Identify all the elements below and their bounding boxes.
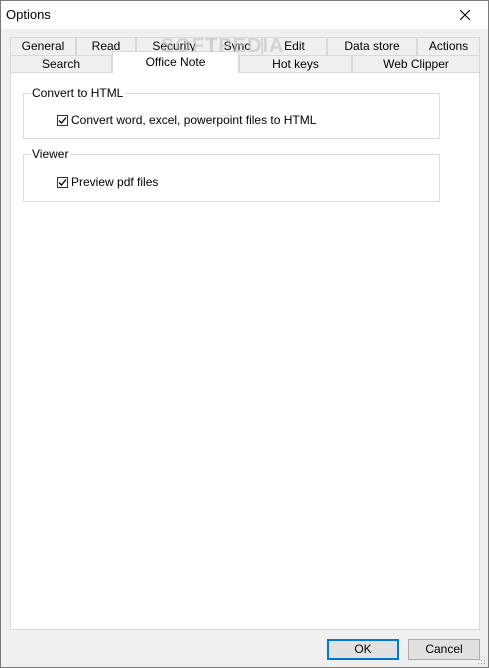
close-icon <box>460 10 470 20</box>
convert-office-label: Convert word, excel, powerpoint files to… <box>71 113 317 127</box>
tab-panel-office-note: Convert to HTML Convert word, excel, pow… <box>10 72 480 630</box>
title-bar: Options <box>1 1 488 29</box>
cancel-button[interactable]: Cancel <box>408 639 480 660</box>
ok-button[interactable]: OK <box>327 639 399 660</box>
tab-search[interactable]: Search <box>10 55 112 73</box>
convert-office-checkbox[interactable] <box>57 114 68 126</box>
preview-pdf-label: Preview pdf files <box>71 175 159 189</box>
close-button[interactable] <box>442 1 488 29</box>
tab-data-store[interactable]: Data store <box>327 37 417 55</box>
tab-general[interactable]: General <box>10 37 76 55</box>
checkmark-icon <box>58 178 67 186</box>
convert-office-checkbox-row[interactable]: Convert word, excel, powerpoint files to… <box>57 113 316 127</box>
resize-grip-icon[interactable] <box>476 655 486 665</box>
group-viewer: Viewer Preview pdf files <box>23 147 440 202</box>
window-title: Options <box>6 7 51 22</box>
group-title-convert: Convert to HTML <box>30 86 126 100</box>
options-dialog: Options SOFTPEDIA General Read Security … <box>0 0 489 668</box>
watermark-logo: SOFTPEDIA <box>161 35 285 57</box>
preview-pdf-checkbox[interactable] <box>57 176 68 188</box>
preview-pdf-checkbox-row[interactable]: Preview pdf files <box>57 175 158 189</box>
tab-web-clipper[interactable]: Web Clipper <box>352 55 480 73</box>
tab-actions[interactable]: Actions <box>417 37 480 55</box>
group-convert-to-html: Convert to HTML Convert word, excel, pow… <box>23 86 440 139</box>
group-title-viewer: Viewer <box>30 147 71 161</box>
checkmark-icon <box>58 116 67 124</box>
